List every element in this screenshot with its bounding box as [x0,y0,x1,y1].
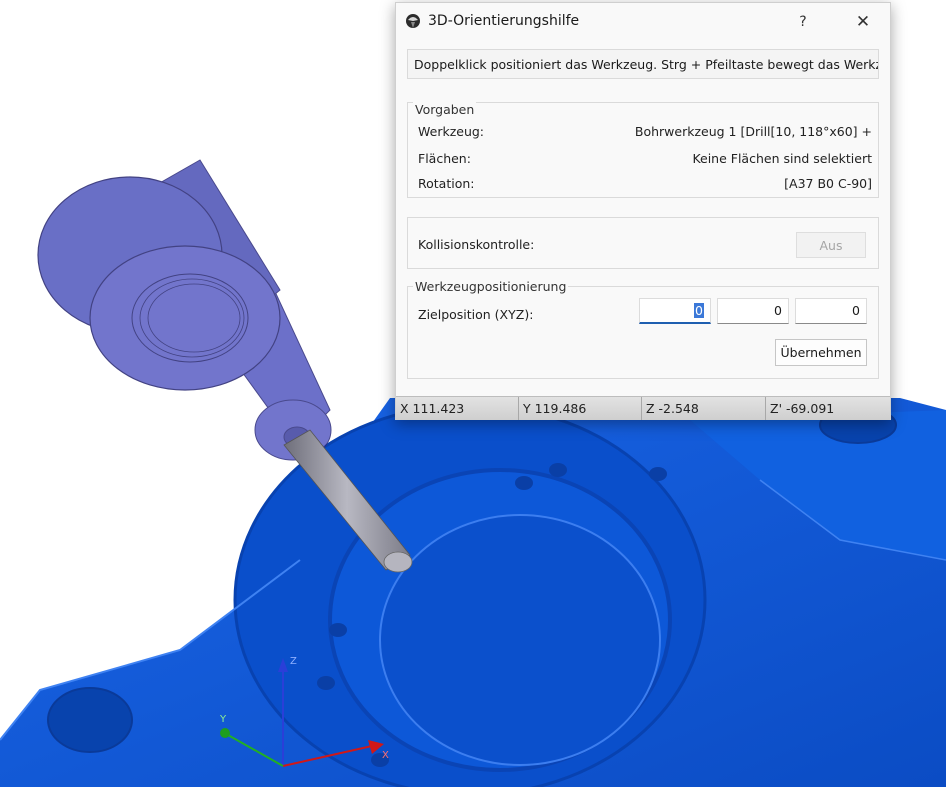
werkzeug-label: Werkzeug: [418,124,485,139]
dialog-titlebar[interactable]: 3D-Orientierungshilfe ? ✕ [396,3,890,41]
collision-toggle-button[interactable]: Aus [796,232,866,258]
axis-x-label: X [382,750,389,761]
z-input[interactable]: 0 [795,298,867,324]
status-y: Y 119.486 [519,397,642,420]
status-z: Z -2.548 [642,397,766,420]
status-z-prime: Z' -69.091 [770,401,835,416]
status-bar: X 111.423 Y 119.486 Z -2.548 Z' -69.091 [396,396,890,420]
help-button[interactable]: ? [788,9,818,35]
orientation-dialog: 3D-Orientierungshilfe ? ✕ Doppelklick po… [395,2,891,420]
target-position-label: Zielposition (XYZ): [418,307,534,322]
dialog-title: 3D-Orientierungshilfe [428,13,580,29]
rotation-label: Rotation: [418,176,475,191]
app-icon [406,14,420,28]
status-x: X 111.423 [396,397,519,420]
workpiece [0,398,946,787]
collision-label: Kollisionskontrolle: [418,237,535,252]
tool-holder [37,159,332,461]
vorgaben-group: Vorgaben Werkzeug: Bohrwerkzeug 1 [Drill… [407,102,879,198]
group-title-positioning: Werkzeugpositionierung [413,279,569,294]
group-title-vorgaben: Vorgaben [413,102,477,117]
werkzeug-value: Bohrwerkzeug 1 [Drill[10, 118°x60] + [634,124,872,139]
x-input-value: 0 [694,303,704,318]
close-icon[interactable]: ✕ [848,9,878,35]
hint-text: Doppelklick positioniert das Werkzeug. S… [407,49,879,79]
apply-button[interactable]: Übernehmen [775,339,867,366]
axis-z-label: Z [290,656,297,667]
y-input[interactable]: 0 [717,298,789,324]
x-input[interactable]: 0 [639,298,711,324]
flaechen-label: Flächen: [418,151,471,166]
rotation-value: [A37 B0 C-90] [784,176,872,191]
axis-y-label: Y [219,714,227,725]
flaechen-value: Keine Flächen sind selektiert [692,151,872,166]
